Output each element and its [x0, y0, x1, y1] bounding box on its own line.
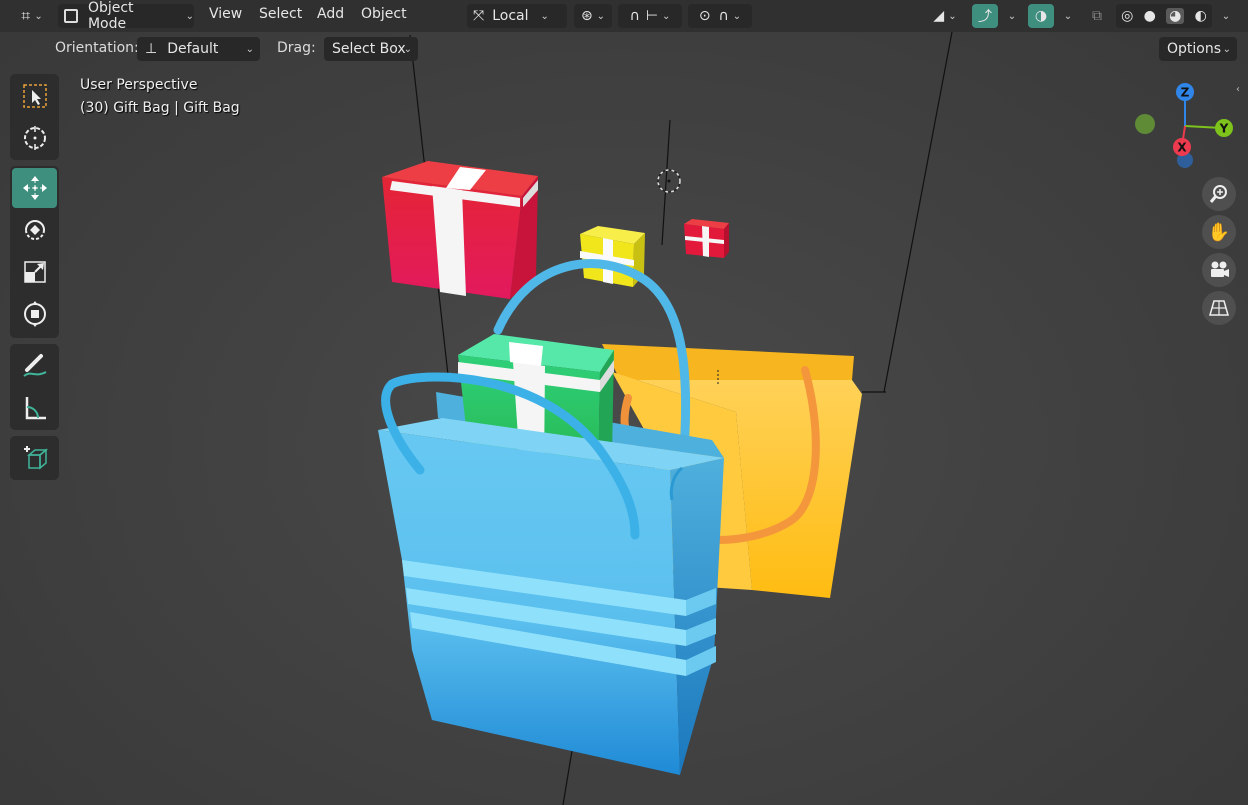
overlays-icon: ◑: [1034, 8, 1048, 24]
select-box-icon: [22, 84, 47, 108]
3d-viewport[interactable]: [0, 0, 1248, 805]
object-mode-icon: [64, 9, 78, 23]
shading-dropdown[interactable]: ⌄: [1212, 4, 1236, 28]
xray-icon: ⧉: [1092, 8, 1102, 24]
mode-dropdown[interactable]: Object Mode ⌄: [58, 0, 194, 32]
object-visibility-button[interactable]: ◢ ⌄: [924, 4, 966, 28]
tool-annotate[interactable]: [12, 346, 57, 386]
hand-icon: ✋: [1207, 221, 1231, 243]
object-info-label: (30) Gift Bag | Gift Bag: [80, 100, 240, 116]
menu-view[interactable]: View: [209, 6, 242, 22]
chevron-down-icon: ⌄: [1007, 10, 1017, 22]
camera-view-button[interactable]: [1202, 253, 1236, 287]
toolbar-group-add: [10, 436, 59, 480]
x-axis-handle[interactable]: X: [1173, 138, 1191, 156]
pivot-point-button[interactable]: ⊛ ⌄: [574, 4, 612, 28]
chevron-down-icon: ⌄: [1221, 10, 1231, 22]
drag-label: Drag:: [277, 40, 316, 56]
small-red-gift-box: [684, 219, 729, 258]
mode-label: Object Mode: [87, 0, 134, 32]
gizmo-dropdown[interactable]: ⌄: [998, 4, 1022, 28]
transform-orientation-dropdown[interactable]: ⤧ Local ⌄: [467, 4, 567, 28]
proportional-icon: ⊙: [698, 8, 711, 24]
zoom-button[interactable]: [1202, 177, 1236, 211]
perspective-toggle-button[interactable]: [1202, 291, 1236, 325]
snap-increment-icon: ⊢: [645, 8, 659, 24]
eye-select-icon: ◢: [933, 8, 945, 24]
snap-button[interactable]: ∩ ⊢ ⌄: [618, 4, 682, 28]
editor-type-button[interactable]: ⌗ ⌄: [14, 4, 50, 28]
orientation-icon: ⊥: [145, 41, 158, 57]
gizmo-icon: ⤴: [978, 9, 992, 25]
solid-shading-icon[interactable]: ●: [1144, 8, 1156, 24]
toolbar-group-select: [10, 74, 59, 160]
scale-icon: [23, 261, 46, 283]
proportional-editing-button[interactable]: ⊙ ∩ ⌄: [688, 4, 752, 28]
axes-icon: ⌗: [21, 6, 31, 25]
options-label: Options: [1167, 41, 1222, 57]
3d-cursor: [657, 169, 681, 193]
tool-cursor[interactable]: [12, 118, 57, 158]
shading-mode-group: ◎ ● ◕ ◐: [1116, 4, 1212, 28]
z-axis-handle[interactable]: Z: [1176, 83, 1194, 101]
orientation-value: Default: [167, 41, 219, 57]
zoom-magnifier-icon: [1209, 185, 1227, 203]
tool-transform[interactable]: [12, 294, 57, 334]
tool-add-cube[interactable]: [12, 438, 57, 478]
orientation-label: Orientation:: [55, 40, 139, 56]
camera-icon: [1211, 261, 1229, 277]
y-axis-handle[interactable]: Y: [1215, 119, 1233, 137]
pivot-icon: ⊛: [580, 8, 593, 24]
drag-dropdown[interactable]: Select Box ⌄: [324, 37, 418, 61]
red-gift-box: [382, 161, 538, 299]
orientation-dropdown[interactable]: ⊥ Default ⌄: [137, 37, 260, 61]
rotate-icon: [24, 220, 45, 240]
xray-toggle[interactable]: ⧉: [1084, 4, 1110, 28]
tool-rotate[interactable]: [12, 210, 57, 250]
grid-perspective-icon: [1209, 300, 1229, 316]
x-axis-label: X: [1177, 141, 1187, 155]
falloff-curve-icon: ∩: [718, 8, 729, 24]
add-cube-icon: [23, 446, 48, 470]
show-gizmo-toggle[interactable]: ⤴: [972, 4, 998, 28]
material-preview-shading-icon[interactable]: ◕: [1166, 8, 1185, 24]
toolbar-group-annotate: [10, 344, 59, 430]
drag-value: Select Box: [332, 41, 406, 57]
view-name-label: User Perspective: [80, 77, 198, 93]
y-axis-label: Y: [1219, 122, 1229, 136]
tool-measure[interactable]: [12, 388, 57, 428]
tool-move[interactable]: [12, 168, 57, 208]
annotate-pencil-icon: [22, 354, 46, 377]
overlays-dropdown[interactable]: ⌄: [1054, 4, 1078, 28]
viewport-header: ⌗ ⌄ Object Mode ⌄ View Select Add Object …: [0, 0, 1248, 32]
menu-add[interactable]: Add: [317, 6, 344, 22]
negative-y-axis-handle[interactable]: [1135, 114, 1155, 134]
menu-select[interactable]: Select: [259, 6, 302, 22]
navigation-gizmo[interactable]: Z Y X: [1128, 78, 1244, 178]
transform-icon: [23, 301, 46, 327]
wireframe-shading-icon[interactable]: ◎: [1121, 8, 1133, 24]
move-icon: [22, 176, 47, 200]
tool-select-box[interactable]: [12, 76, 57, 116]
rendered-shading-icon[interactable]: ◐: [1195, 8, 1207, 24]
tool-scale[interactable]: [12, 252, 57, 292]
scene-render: [378, 31, 953, 805]
local-axes-icon: ⤧: [473, 8, 485, 24]
pan-button[interactable]: ✋: [1202, 215, 1236, 249]
magnet-icon: ∩: [629, 8, 640, 24]
cursor-icon: [23, 126, 46, 150]
z-axis-label: Z: [1181, 86, 1190, 100]
toolbar-group-transform: [10, 166, 59, 338]
options-dropdown[interactable]: Options ⌄: [1159, 37, 1237, 61]
show-overlays-toggle[interactable]: ◑: [1028, 4, 1054, 28]
measure-ruler-icon: [25, 397, 46, 420]
transform-orientation-label: Local: [492, 8, 529, 24]
chevron-down-icon: ⌄: [1063, 10, 1073, 22]
sidebar-toggle-arrow-icon[interactable]: ‹: [1236, 84, 1240, 95]
menu-object[interactable]: Object: [361, 6, 407, 22]
